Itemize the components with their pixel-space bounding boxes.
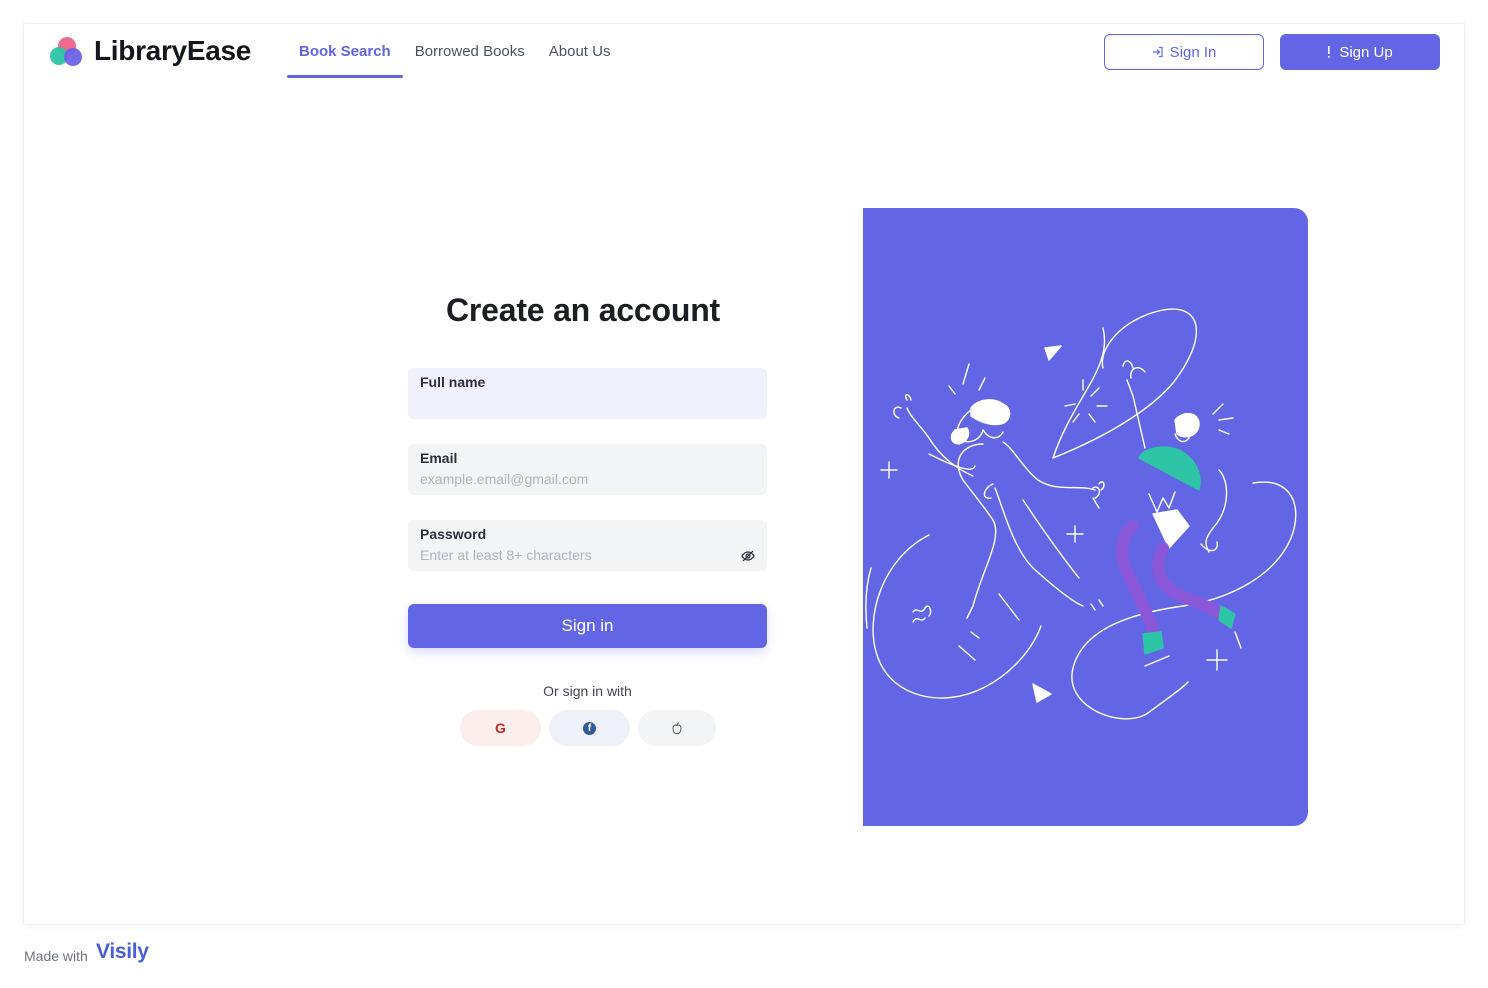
made-with-text: Made with — [24, 948, 88, 964]
sign-in-submit-button[interactable]: Sign in — [408, 604, 767, 648]
or-sign-in-text: Or sign in with — [543, 683, 632, 699]
dancing-people-illustration — [865, 308, 1297, 720]
google-icon: G — [495, 720, 506, 736]
header-sign-up-label: Sign Up — [1339, 43, 1393, 61]
email-label: Email — [420, 450, 458, 466]
full-name-input[interactable] — [420, 394, 720, 412]
illustration-panel — [863, 208, 1308, 826]
brand-name: LibraryEase — [94, 35, 252, 66]
apple-sign-in-button[interactable] — [638, 710, 716, 746]
email-field[interactable]: Email — [408, 444, 767, 495]
facebook-sign-in-button[interactable]: f — [549, 710, 630, 746]
eye-off-icon[interactable] — [741, 550, 755, 562]
password-label: Password — [420, 526, 487, 542]
header-sign-up-button[interactable]: Sign Up — [1280, 34, 1440, 70]
facebook-icon: f — [583, 721, 596, 735]
full-name-label: Full name — [420, 374, 486, 390]
logo-icon — [50, 37, 84, 67]
sign-in-icon — [1152, 46, 1163, 58]
page-title: Create an account — [445, 292, 721, 328]
google-sign-in-button[interactable]: G — [460, 710, 541, 746]
header-sign-in-label: Sign In — [1169, 43, 1217, 61]
main-nav: Book Search Borrowed Books About Us — [287, 24, 622, 78]
sign-up-icon — [1328, 46, 1330, 58]
password-field[interactable]: Password — [408, 520, 767, 571]
nav-borrowed-books[interactable]: Borrowed Books — [403, 24, 537, 78]
full-name-field[interactable]: Full name — [408, 368, 767, 419]
app-frame: LibraryEase Book Search Borrowed Books A… — [24, 24, 1464, 924]
header-sign-in-button[interactable]: Sign In — [1104, 34, 1264, 70]
email-input[interactable] — [420, 470, 720, 488]
apple-icon — [672, 722, 682, 734]
nav-about-us[interactable]: About Us — [537, 24, 623, 78]
nav-book-search[interactable]: Book Search — [287, 24, 403, 78]
visily-logo[interactable]: Visily — [96, 940, 149, 964]
password-input[interactable] — [420, 546, 720, 564]
